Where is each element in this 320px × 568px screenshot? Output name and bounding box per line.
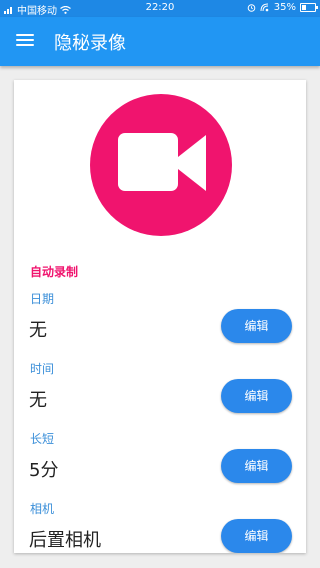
- status-bar: 中国移动 22:20 35%: [0, 0, 320, 17]
- nfc-icon: [260, 3, 269, 12]
- edit-duration-button[interactable]: 编辑: [221, 449, 292, 483]
- recording-settings-card: 自动录制 日期 无 编辑 时间 无 编辑 长短 5分 编辑 相机 后置相机 编辑: [14, 80, 306, 553]
- field-label-camera: 相机: [30, 502, 55, 516]
- battery-icon: [300, 3, 318, 12]
- battery-fill: [302, 5, 306, 10]
- field-value-date: 无: [29, 320, 47, 341]
- status-bar-right: 35%: [247, 2, 318, 13]
- hamburger-menu-icon[interactable]: [16, 33, 34, 47]
- field-label-date: 日期: [30, 292, 55, 306]
- battery-percent: 35%: [273, 2, 296, 13]
- app-title: 隐秘录像: [54, 33, 126, 54]
- edit-camera-button[interactable]: 编辑: [221, 519, 292, 553]
- app-bar: 隐秘录像: [0, 17, 320, 66]
- alarm-icon: [247, 4, 256, 12]
- field-label-time: 时间: [30, 362, 55, 376]
- video-camera-icon: [90, 94, 232, 236]
- edit-date-button[interactable]: 编辑: [221, 309, 292, 343]
- field-value-time: 无: [29, 390, 47, 411]
- field-label-duration: 长短: [30, 432, 55, 446]
- field-value-camera: 后置相机: [29, 530, 101, 551]
- section-title: 自动录制: [30, 265, 79, 279]
- field-value-duration: 5分: [29, 460, 59, 481]
- edit-time-button[interactable]: 编辑: [221, 379, 292, 413]
